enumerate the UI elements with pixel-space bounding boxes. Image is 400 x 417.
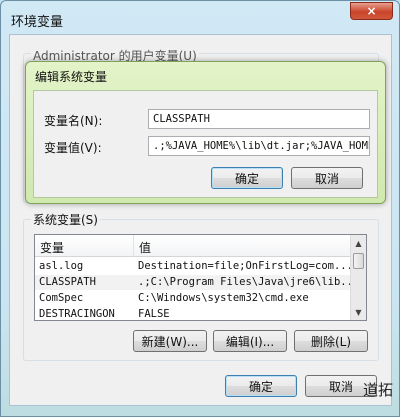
column-header-variable[interactable]: 变量: [40, 239, 64, 256]
row-value: Destination=file;OnFirstLog=com...: [138, 260, 350, 272]
table-row[interactable]: CLASSPATH .;C:\Program Files\Java\jre6\l…: [35, 275, 351, 290]
row-value: FALSE: [138, 308, 170, 320]
row-variable: CLASSPATH: [39, 276, 96, 288]
close-button[interactable]: ×: [350, 2, 393, 20]
list-header: 变量 值: [35, 235, 351, 257]
variable-value-input[interactable]: .;%JAVA_HOME%\lib\dt.jar;%JAVA_HOME%: [148, 136, 370, 156]
window-title: 环境变量: [11, 15, 64, 30]
row-value: C:\Windows\system32\cmd.exe: [138, 292, 309, 304]
edit-system-variable-dialog: 编辑系统变量 变量名(N): CLASSPATH 变量值(V): .;%JAVA…: [25, 61, 386, 204]
variable-value-label: 变量值(V):: [44, 141, 102, 155]
table-row[interactable]: DESTRACINGON FALSE: [35, 307, 351, 320]
row-variable: asl.log: [39, 260, 84, 272]
scroll-up-icon[interactable]: ▲: [351, 235, 366, 251]
vertical-scrollbar[interactable]: ▲ ▼: [350, 235, 366, 320]
environment-variables-window: 环境变量 × Administrator 的用户变量(U) 系统变量(S) 变量…: [0, 0, 400, 417]
watermark-text: 道拓: [363, 381, 394, 399]
system-variables-label: 系统变量(S): [31, 211, 100, 228]
table-row[interactable]: ComSpec C:\Windows\system32\cmd.exe: [35, 291, 351, 306]
dialog-body: 变量名(N): CLASSPATH 变量值(V): .;%JAVA_HOME%\…: [33, 90, 378, 198]
scroll-down-icon[interactable]: ▼: [351, 304, 366, 320]
system-variables-list[interactable]: 变量 值 asl.log Destination=file;OnFirstLog…: [34, 234, 367, 321]
dialog-ok-button[interactable]: 确定: [211, 167, 283, 189]
row-variable: DESTRACINGON: [39, 308, 115, 320]
row-value: .;C:\Program Files\Java\jre6\lib...: [138, 276, 350, 288]
table-row[interactable]: asl.log Destination=file;OnFirstLog=com.…: [35, 259, 351, 274]
new-button[interactable]: 新建(W)...: [133, 330, 207, 352]
ok-button[interactable]: 确定: [225, 375, 297, 397]
dialog-cancel-button[interactable]: 取消: [291, 167, 363, 189]
dialog-title: 编辑系统变量: [35, 70, 108, 84]
column-header-value[interactable]: 值: [139, 239, 151, 256]
scroll-thumb[interactable]: [353, 253, 364, 269]
variable-name-label: 变量名(N):: [44, 114, 103, 128]
variable-name-input[interactable]: CLASSPATH: [148, 109, 370, 129]
delete-button[interactable]: 删除(L): [294, 330, 368, 352]
row-variable: ComSpec: [39, 292, 84, 304]
close-icon: ×: [366, 4, 377, 18]
edit-button[interactable]: 编辑(I)...: [213, 330, 287, 352]
